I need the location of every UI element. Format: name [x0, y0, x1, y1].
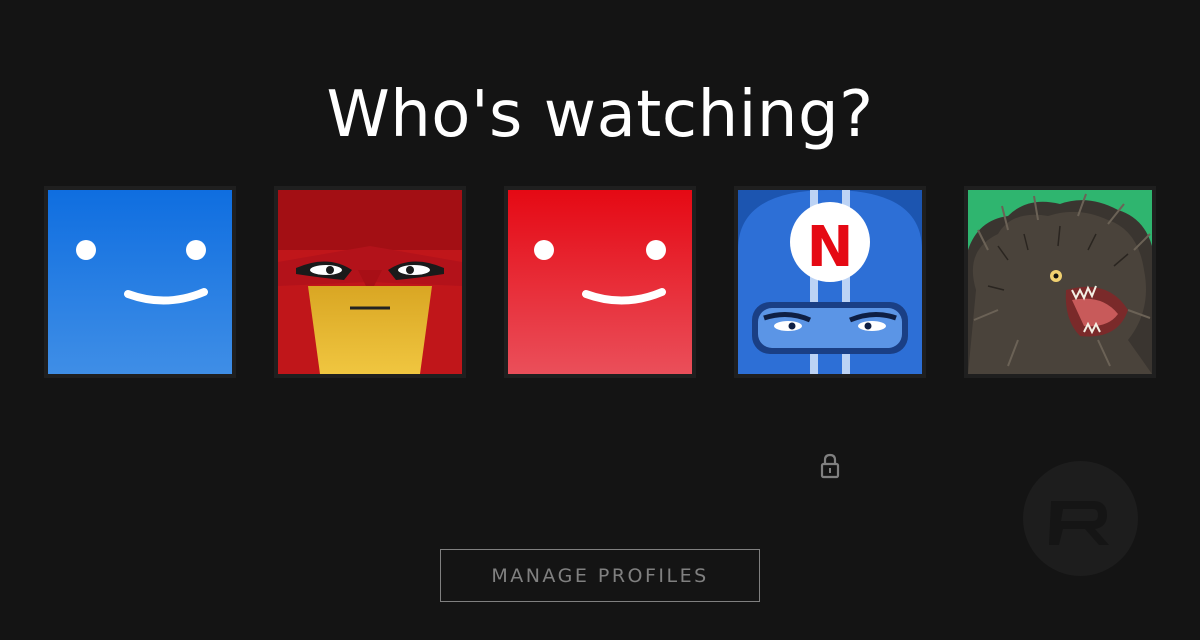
red-smiley-avatar [508, 190, 692, 374]
blue-netflix-helmet-avatar: N [738, 190, 922, 374]
profile-avatar-2[interactable] [274, 186, 466, 378]
profile-avatar-3[interactable] [504, 186, 696, 378]
manage-profiles-button[interactable]: MANAGE PROFILES [440, 549, 760, 602]
profile-avatar-1[interactable] [44, 186, 236, 378]
red-yellow-grumpy-avatar [278, 190, 462, 374]
profile-selection-screen: Who's watching? N MANAGE PROFILES [0, 0, 1200, 640]
redmond-pie-logo [1023, 461, 1138, 576]
svg-text:N: N [807, 215, 854, 280]
page-title: Who's watching? [326, 78, 874, 152]
profile-avatar-5[interactable] [964, 186, 1156, 378]
profile-avatar-4[interactable]: N [734, 186, 926, 378]
furry-monster-avatar [968, 190, 1152, 374]
profile-list: N [44, 186, 1156, 378]
blue-smiley-avatar [48, 190, 232, 374]
lock-icon [820, 453, 840, 479]
